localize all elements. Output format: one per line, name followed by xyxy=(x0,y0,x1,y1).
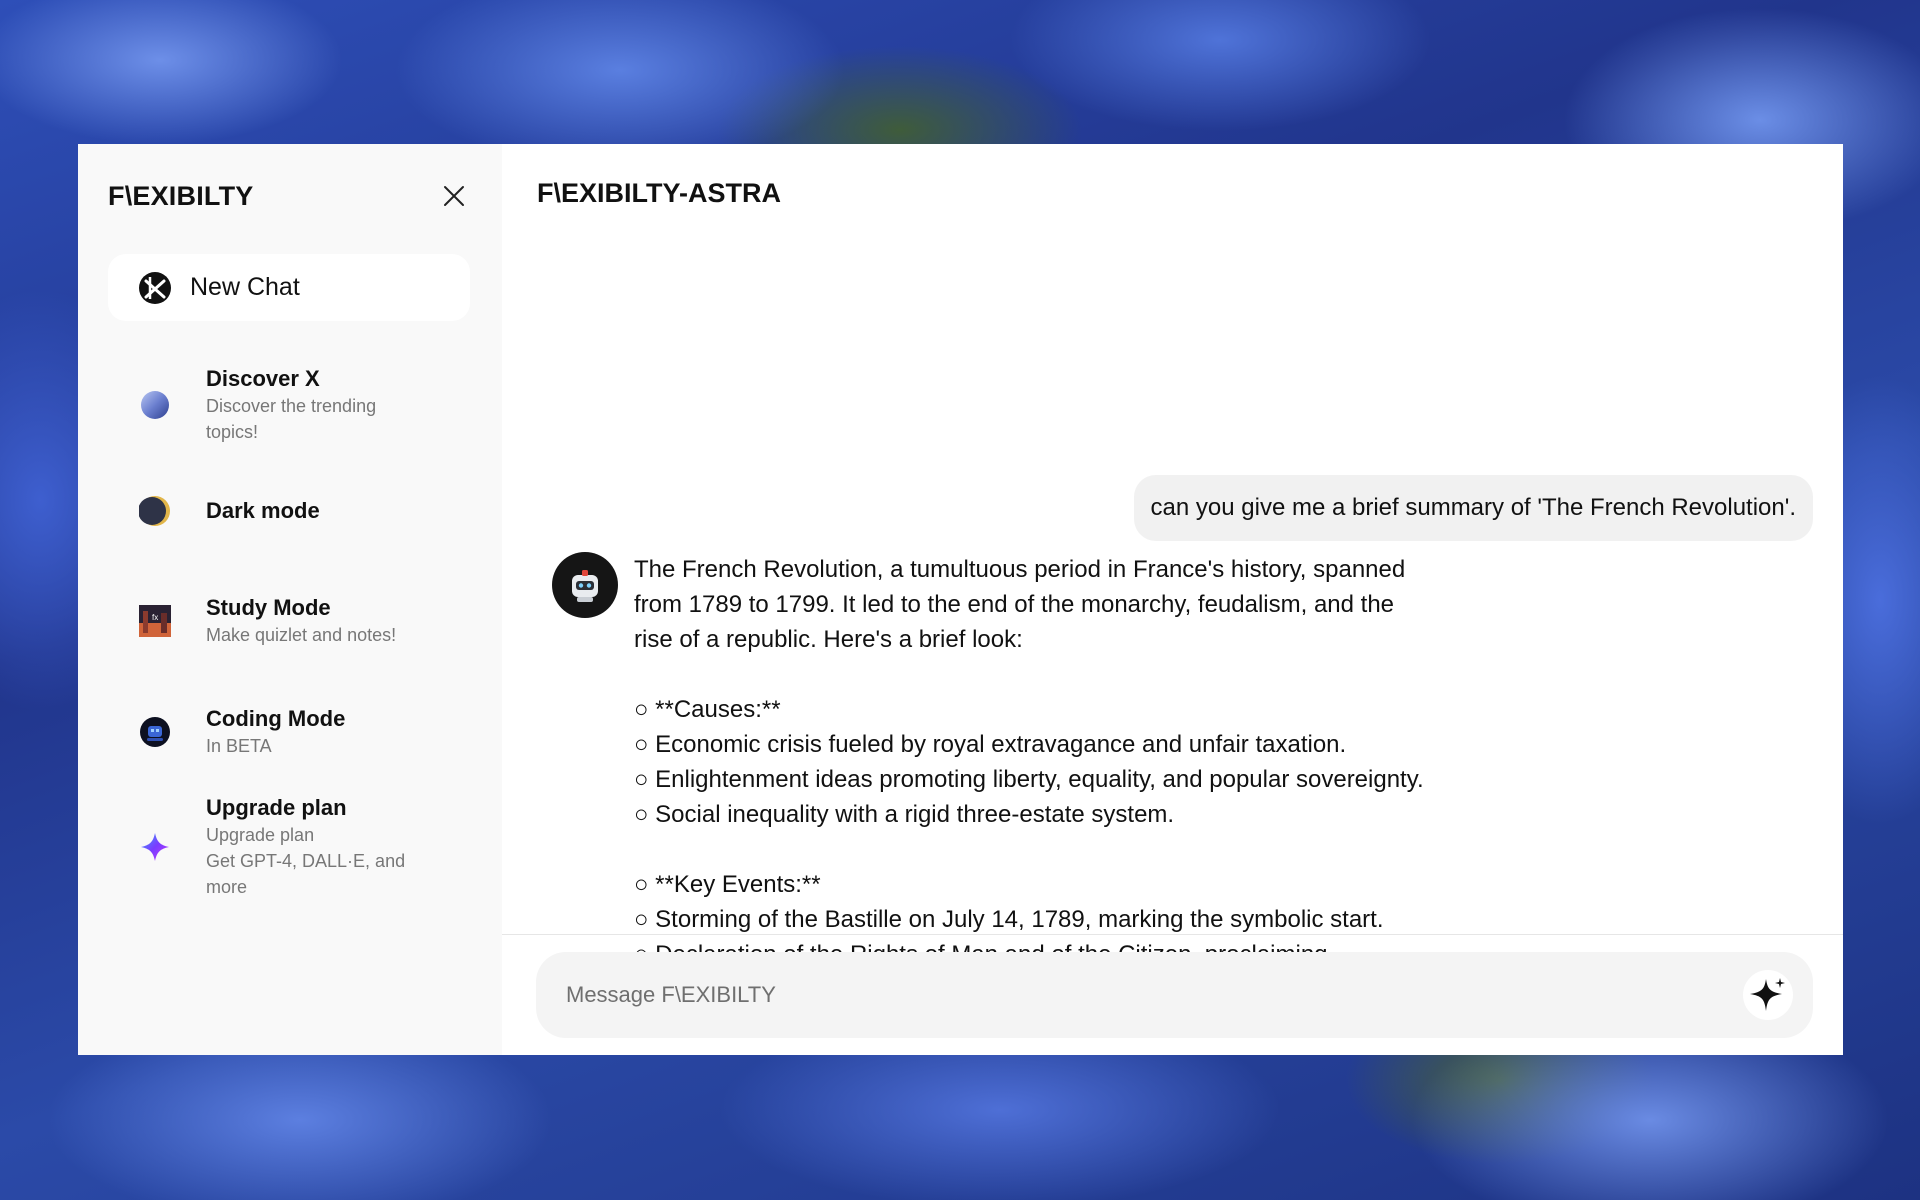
send-button[interactable] xyxy=(1743,970,1793,1020)
chat-panel: F\EXIBILTY-ASTRA can you give me a brief… xyxy=(502,144,1843,1055)
new-chat-button[interactable]: New Chat xyxy=(108,254,470,321)
sidebar-item-title: Discover X xyxy=(206,366,320,391)
sparkle-icon xyxy=(1750,978,1785,1011)
robot-icon xyxy=(138,715,172,749)
assistant-avatar xyxy=(552,552,618,618)
close-icon xyxy=(444,186,464,206)
sidebar-item-title: Upgrade plan xyxy=(206,795,347,820)
study-image-icon: fx xyxy=(138,604,172,638)
assistant-message: The French Revolution, a tumultuous peri… xyxy=(634,556,1424,968)
sidebar-item-study-mode[interactable]: fx Study Mode Make quizlet and notes! xyxy=(108,565,470,677)
sidebar-item-subtitle: Discover the trending topics! xyxy=(206,396,377,442)
sidebar-item-subtitle: Make quizlet and notes! xyxy=(206,625,397,645)
sidebar-header: F\EXIBILTY xyxy=(108,144,470,248)
sparkle-gem-icon xyxy=(138,830,172,864)
svg-text:fx: fx xyxy=(152,613,158,622)
sidebar-item-dark-mode[interactable]: Dark mode xyxy=(108,457,470,565)
close-sidebar-button[interactable] xyxy=(438,180,470,212)
app-window: F\EXIBILTY New Chat Discover X Discover … xyxy=(78,144,1843,1055)
sidebar-item-title: Coding Mode xyxy=(206,706,346,731)
page-title: F\EXIBILTY-ASTRA xyxy=(537,178,782,208)
sidebar-item-discover-x[interactable]: Discover X Discover the trending topics! xyxy=(108,353,470,457)
app-logo-icon xyxy=(139,271,171,304)
user-message: can you give me a brief summary of 'The … xyxy=(1133,475,1813,541)
composer-divider xyxy=(502,934,1843,935)
new-chat-label: New Chat xyxy=(190,273,300,301)
sidebar-item-title: Dark mode xyxy=(206,498,320,523)
sidebar-item-subtitle: Upgrade plan Get GPT-4, DALL·E, and more xyxy=(206,825,406,897)
robot-avatar-icon xyxy=(572,570,598,602)
sidebar-item-title: Study Mode xyxy=(206,595,331,620)
sidebar: F\EXIBILTY New Chat Discover X Discover … xyxy=(78,144,502,1055)
blue-orb-icon xyxy=(138,388,172,422)
moon-icon xyxy=(138,494,172,528)
sidebar-item-upgrade-plan[interactable]: Upgrade plan Upgrade plan Get GPT-4, DAL… xyxy=(108,787,470,907)
brand-title: F\EXIBILTY xyxy=(108,180,254,211)
sidebar-item-coding-mode[interactable]: Coding Mode In BETA xyxy=(108,677,470,787)
sidebar-item-subtitle: In BETA xyxy=(206,736,272,756)
message-composer xyxy=(536,952,1813,1038)
sidebar-nav: Discover X Discover the trending topics!… xyxy=(108,353,470,907)
message-input[interactable] xyxy=(564,981,1743,1009)
